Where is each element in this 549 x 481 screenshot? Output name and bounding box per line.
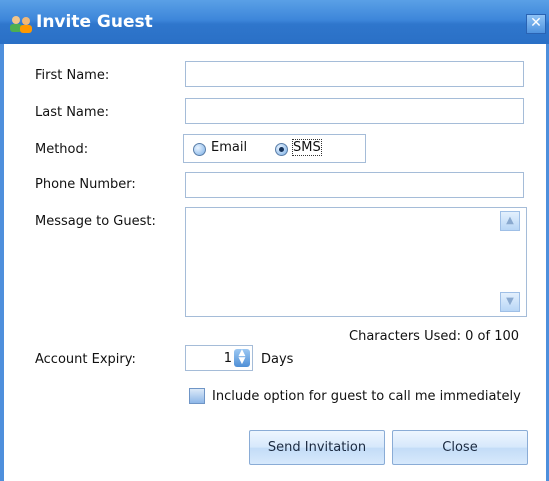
- sms-radio-label[interactable]: SMS: [292, 139, 322, 156]
- account-expiry-label: Account Expiry:: [35, 352, 136, 367]
- scroll-up-icon[interactable]: ▲: [500, 211, 520, 231]
- method-label: Method:: [35, 142, 89, 157]
- sms-radio[interactable]: [275, 143, 288, 156]
- people-invite-icon: [10, 16, 32, 33]
- message-textarea[interactable]: [185, 207, 527, 317]
- call-option-checkbox[interactable]: [189, 388, 205, 404]
- email-radio[interactable]: [193, 143, 206, 156]
- last-name-field[interactable]: [185, 98, 524, 124]
- dialog-title: Invite Guest: [36, 12, 153, 32]
- characters-used-text: Characters Used: 0 of 100: [349, 329, 520, 344]
- close-button[interactable]: Close: [392, 430, 528, 465]
- last-name-label: Last Name:: [35, 105, 109, 120]
- message-scrollbar[interactable]: ▲ ▼: [497, 208, 525, 316]
- phone-number-field[interactable]: [185, 172, 524, 198]
- invite-guest-dialog: Invite Guest ✕ First Name: Last Name: Me…: [0, 0, 549, 481]
- send-invitation-button[interactable]: Send Invitation: [249, 430, 385, 465]
- scroll-down-icon[interactable]: ▼: [500, 292, 520, 312]
- first-name-field[interactable]: [185, 61, 524, 87]
- window-border-left: [0, 44, 4, 481]
- call-option-label[interactable]: Include option for guest to call me imme…: [212, 389, 521, 404]
- title-bar[interactable]: Invite Guest ✕: [0, 0, 549, 44]
- email-radio-label[interactable]: Email: [211, 140, 247, 155]
- account-expiry-value[interactable]: 1: [224, 351, 232, 366]
- message-label: Message to Guest:: [35, 214, 156, 229]
- account-expiry-unit: Days: [261, 352, 294, 367]
- first-name-label: First Name:: [35, 68, 110, 83]
- account-expiry-stepper[interactable]: 1 ▲ ▼: [185, 345, 253, 371]
- spin-arrows-icon[interactable]: ▲ ▼: [234, 349, 250, 367]
- method-radio-group: Email SMS: [183, 134, 366, 163]
- phone-number-label: Phone Number:: [35, 177, 136, 192]
- close-icon[interactable]: ✕: [526, 14, 546, 34]
